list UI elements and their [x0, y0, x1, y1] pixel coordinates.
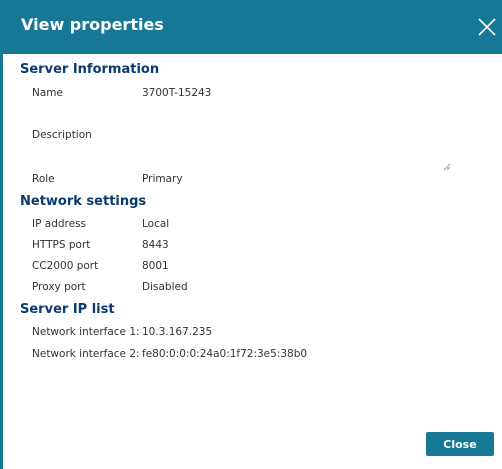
server-information-heading: Server Information — [20, 62, 160, 77]
proxy-port-label: Proxy port — [32, 281, 86, 293]
dialog-titlebar: View properties — [3, 0, 502, 54]
role-label: Role — [32, 173, 55, 185]
server-ip-list-heading: Server IP list — [20, 302, 115, 317]
https-port-value: 8443 — [142, 239, 169, 251]
resize-grip-icon[interactable] — [443, 156, 451, 171]
name-value: 3700T-15243 — [142, 87, 212, 99]
network-interface-1-label: Network interface 1: — [32, 326, 140, 338]
network-interface-2-label: Network interface 2: — [32, 348, 140, 360]
network-settings-heading: Network settings — [20, 194, 147, 209]
close-button[interactable]: Close — [426, 432, 494, 456]
proxy-port-value: Disabled — [142, 281, 188, 293]
view-properties-dialog: View properties Server Information Name … — [0, 0, 502, 469]
close-icon[interactable] — [475, 15, 499, 39]
network-interface-2-value: fe80:0:0:0:24a0:1f72:3e5:38b0 — [142, 348, 308, 360]
ip-address-value: Local — [142, 218, 170, 230]
cc2000-port-value: 8001 — [142, 260, 169, 272]
https-port-label: HTTPS port — [32, 239, 91, 251]
role-value: Primary — [142, 173, 183, 185]
cc2000-port-label: CC2000 port — [32, 260, 99, 272]
network-interface-1-value: 10.3.167.235 — [142, 326, 213, 338]
name-label: Name — [32, 87, 63, 99]
dialog-title: View properties — [21, 15, 164, 34]
ip-address-label: IP address — [32, 218, 87, 230]
description-label: Description — [32, 129, 92, 141]
